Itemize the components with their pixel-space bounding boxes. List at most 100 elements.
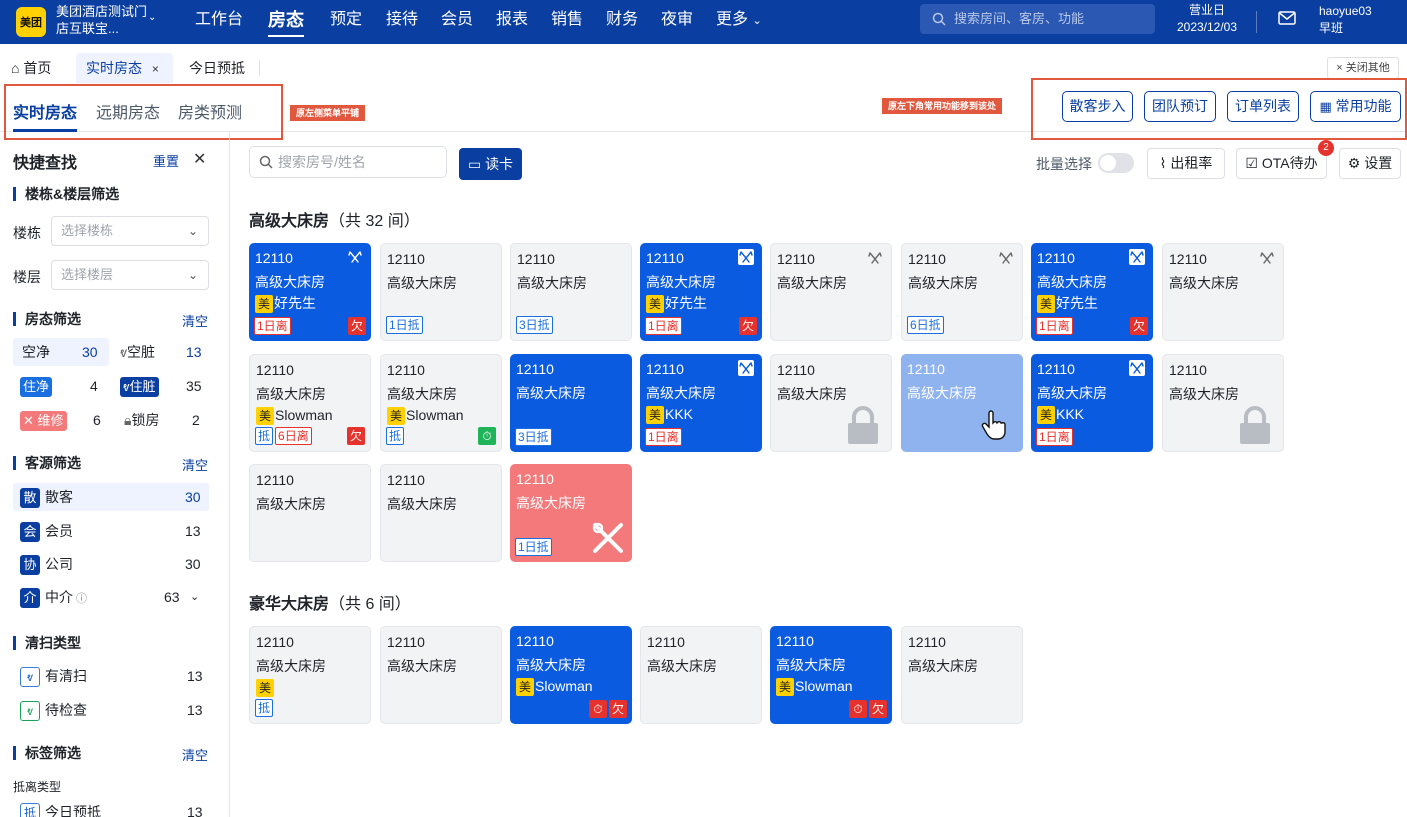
tab-today-arrival[interactable]: 今日预抵: [189, 53, 245, 83]
timer-icon: ⏱: [849, 700, 867, 718]
user-info[interactable]: haoyue03 早班: [1319, 3, 1372, 37]
nav-reception[interactable]: 接待: [386, 0, 418, 44]
room-card[interactable]: 12110 高级大床房: [249, 464, 371, 562]
read-card-button[interactable]: ▭ 读卡: [459, 148, 522, 180]
nav-reports[interactable]: 报表: [496, 0, 528, 44]
tab-home[interactable]: ⌂ 首页: [11, 53, 51, 83]
global-search-input[interactable]: 搜索房间、客房、功能: [920, 4, 1155, 34]
room-card[interactable]: 12110 高级大床房美好先生 1日离 欠: [1031, 243, 1153, 341]
tab-realtime[interactable]: 实时房态 ×: [76, 53, 173, 83]
room-card[interactable]: 12110 高级大床房 3日抵: [510, 243, 632, 341]
close-icon[interactable]: ✕: [193, 149, 206, 169]
close-others-label: 关闭其他: [1345, 62, 1390, 74]
room-type: 高级大床房: [1037, 274, 1107, 290]
source-clear-button[interactable]: 清空: [182, 455, 208, 474]
clean-section-title: 清扫类型: [13, 636, 81, 650]
clean-has-cleaning[interactable]: ⱴ 有清扫 13: [20, 665, 205, 687]
status-clear-button[interactable]: 清空: [182, 311, 208, 330]
occupancy-rate-button[interactable]: ⌇ 出租率: [1147, 148, 1225, 179]
group-title-superior: 高级大床房（共 32 间）: [249, 207, 420, 231]
room-card[interactable]: 12110 高级大床房 1日抵: [380, 243, 502, 341]
room-card[interactable]: 12110 高级大床房美 Slowman ⏱ 欠: [770, 626, 892, 724]
source-company[interactable]: 协公司 30: [20, 553, 205, 575]
room-card[interactable]: 12110 高级大床房: [640, 626, 762, 724]
group-booking-button[interactable]: 团队预订: [1144, 91, 1216, 122]
room-card[interactable]: 12110 高级大床房: [770, 243, 892, 341]
status-vacant-dirty[interactable]: ⱴ空脏 13: [120, 341, 202, 363]
source-walkin[interactable]: 散散客 30: [20, 486, 205, 508]
tag-clear-button[interactable]: 清空: [182, 745, 208, 764]
common-functions-button[interactable]: ▦ 常用功能: [1310, 91, 1401, 122]
search-icon: [259, 155, 273, 169]
room-card[interactable]: 12110 高级大床房: [1162, 243, 1284, 341]
chevron-down-icon[interactable]: ⌄: [190, 586, 199, 608]
room-card[interactable]: 12110 高级大床房美好先生 1日离 欠: [249, 243, 371, 341]
nav-workbench[interactable]: 工作台: [195, 0, 243, 44]
stay-badge: 1日离: [1036, 317, 1073, 335]
room-type: 高级大床房: [647, 658, 717, 674]
room-card[interactable]: 12110 高级大床房: [770, 354, 892, 452]
status-occupied-dirty[interactable]: ⱴ住脏 35: [120, 375, 202, 397]
room-search-placeholder: 搜索房号/姓名: [278, 154, 366, 170]
room-card[interactable]: 12110 高级大床房 6日抵: [901, 243, 1023, 341]
room-number: 12110: [387, 251, 425, 267]
nav-member[interactable]: 会员: [441, 0, 473, 44]
room-card[interactable]: 12110 高级大床房美抵: [249, 626, 371, 724]
walk-in-button[interactable]: 散客步入: [1062, 91, 1133, 122]
room-card[interactable]: 12110 高级大床房: [380, 626, 502, 724]
room-search-input[interactable]: 搜索房号/姓名: [249, 146, 447, 178]
close-others-button[interactable]: × 关闭其他: [1327, 57, 1399, 79]
batch-select-toggle[interactable]: [1098, 153, 1134, 173]
source-agency[interactable]: 介中介 ⓘ 63 ⌄: [20, 586, 205, 610]
ota-todo-button[interactable]: ☑ OTA待办: [1236, 148, 1327, 179]
room-card[interactable]: 12110 高级大床房美 Slowman ⏱ 欠: [510, 626, 632, 724]
shift: 早班: [1319, 21, 1344, 35]
room-card[interactable]: 12110 高级大床房: [901, 354, 1023, 452]
arrival-today[interactable]: 抵今日预抵 13: [20, 801, 205, 817]
room-card[interactable]: 12110 高级大床房: [380, 464, 502, 562]
room-card[interactable]: 12110 高级大床房美好先生 1日离 欠: [640, 243, 762, 341]
nav-more[interactable]: 更多 ⌄: [716, 0, 762, 44]
meituan-badge: 美: [516, 678, 534, 696]
source-count: 30: [185, 489, 201, 505]
broom-icon: [867, 250, 883, 266]
source-member[interactable]: 会会员 13: [20, 520, 205, 542]
room-card[interactable]: 12110 高级大床房美 KKK 1日离: [1031, 354, 1153, 452]
room-card[interactable]: 12110 高级大床房美 Slowman 抵 ⏱: [380, 354, 502, 452]
room-card[interactable]: 12110 高级大床房美 Slowman 抵 6日离欠: [249, 354, 371, 452]
room-card[interactable]: 12110 高级大床房: [901, 626, 1023, 724]
settings-button[interactable]: ⚙ 设置: [1339, 148, 1401, 179]
chevron-down-icon[interactable]: ⌄: [148, 12, 156, 23]
mail-icon[interactable]: [1278, 11, 1296, 25]
nav-reservation[interactable]: 预定: [330, 0, 362, 44]
brand-logo[interactable]: 美团: [16, 7, 46, 37]
clean-pending-inspection[interactable]: ⱴ 待检查 13: [20, 699, 205, 721]
status-occupied-clean[interactable]: 住净 4: [20, 375, 102, 397]
room-card[interactable]: 12110 高级大床房美 KKK 1日离: [640, 354, 762, 452]
room-card[interactable]: 12110 高级大床房: [1162, 354, 1284, 452]
stay-badges: 1日离: [254, 317, 291, 335]
stay-badge: 1日抵: [386, 316, 423, 334]
status-vacant-clean[interactable]: 空净 30: [22, 341, 102, 363]
building-select[interactable]: 选择楼栋 ⌄: [51, 216, 209, 246]
info-icon[interactable]: ⓘ: [73, 593, 87, 605]
status-locked[interactable]: 🔒︎锁房 2: [124, 409, 204, 431]
nav-finance[interactable]: 财务: [606, 0, 638, 44]
close-icon[interactable]: ×: [152, 62, 159, 76]
arrival-type-label: 抵离类型: [13, 780, 62, 794]
arrival-icon: 抵: [20, 803, 40, 817]
stay-badge: 抵: [386, 427, 405, 445]
order-list-button[interactable]: 订单列表: [1227, 91, 1299, 122]
room-card[interactable]: 12110 高级大床房 1日抵: [510, 464, 632, 562]
room-card[interactable]: 12110 高级大床房 3日抵: [510, 354, 632, 452]
nav-room-status[interactable]: 房态: [260, 0, 312, 44]
room-number: 12110: [516, 633, 554, 649]
store-name[interactable]: 美团酒店测试门店互联宝...: [56, 3, 151, 37]
reset-button[interactable]: 重置: [153, 151, 179, 170]
floor-select[interactable]: 选择楼层 ⌄: [51, 260, 209, 290]
nav-sales[interactable]: 销售: [551, 0, 583, 44]
status-count: 2: [192, 412, 200, 428]
clean-label: 待检查: [45, 702, 87, 718]
status-maintenance[interactable]: ✕ 维修 6: [20, 409, 102, 431]
nav-night-audit[interactable]: 夜审: [661, 0, 693, 44]
